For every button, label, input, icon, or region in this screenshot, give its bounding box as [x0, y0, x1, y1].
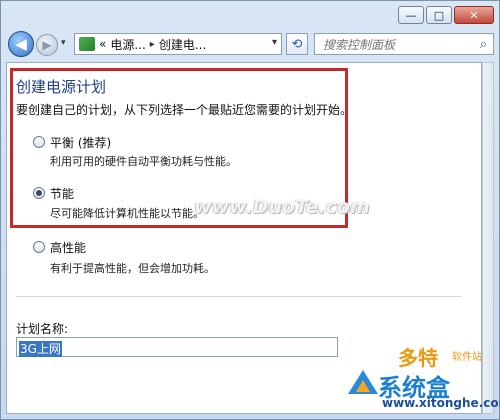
- radio-high-performance[interactable]: [33, 241, 45, 253]
- breadcrumb-create-plan[interactable]: 创建电...: [159, 36, 206, 53]
- plan-high-performance-label[interactable]: 高性能: [50, 239, 86, 256]
- plan-high-performance-description: 有利于提高性能，但会增加功耗。: [50, 262, 215, 275]
- page-title: 创建电源计划: [16, 78, 107, 96]
- refresh-button[interactable]: ⟲: [286, 33, 308, 55]
- minimize-button[interactable]: —: [398, 6, 424, 24]
- address-dropdown-icon[interactable]: ▾: [272, 37, 277, 48]
- plan-balanced-label[interactable]: 平衡 (推荐): [50, 134, 111, 151]
- forward-button[interactable]: ▶: [36, 34, 58, 56]
- control-panel-icon: [79, 37, 95, 51]
- breadcrumb-prefix[interactable]: «: [99, 37, 106, 51]
- back-button[interactable]: ◀: [8, 31, 34, 57]
- duote-site-subtitle: 软件站: [452, 352, 482, 363]
- section-divider: [16, 296, 461, 297]
- vertical-scrollbar[interactable]: [482, 62, 494, 414]
- plan-power-saver-description: 尽可能降低计算机性能以节能。: [50, 207, 204, 220]
- search-icon[interactable]: ⌕: [480, 37, 487, 52]
- window-controls: — □ ✕: [398, 6, 494, 24]
- breadcrumb-power-options[interactable]: 电源...: [110, 36, 145, 53]
- radio-power-saver[interactable]: [33, 187, 45, 199]
- plan-name-input[interactable]: 3G上网: [16, 337, 338, 357]
- recent-pages-dropdown-icon[interactable]: ▾: [61, 38, 66, 48]
- address-bar[interactable]: « 电源... ▸ 创建电... ▾: [74, 33, 282, 55]
- plan-balanced-description: 利用可用的硬件自动平衡功耗与性能。: [50, 155, 237, 168]
- search-box[interactable]: ⌕: [314, 33, 494, 55]
- search-input[interactable]: [321, 35, 475, 55]
- maximize-button[interactable]: □: [426, 6, 452, 24]
- xitonghe-logo-icon: [348, 370, 378, 394]
- duote-watermark: www.DuoTe.com: [194, 196, 370, 218]
- plan-name-value[interactable]: 3G上网: [19, 341, 62, 357]
- navigation-bar: ◀ ▶ ▾ « 电源... ▸ 创建电... ▾ ⟲ ⌕: [6, 30, 494, 58]
- close-button[interactable]: ✕: [454, 6, 494, 24]
- radio-balanced[interactable]: [33, 136, 45, 148]
- breadcrumb-separator-icon[interactable]: ▸: [150, 39, 155, 50]
- duote-site-logo-text: 多特: [398, 346, 438, 370]
- intro-text: 要创建自己的计划，从下列选择一个最贴近您需要的计划开始。: [16, 103, 353, 117]
- xitonghe-url: www.xitonghe.com: [382, 396, 500, 410]
- plan-name-label: 计划名称:: [16, 322, 69, 336]
- plan-power-saver-label[interactable]: 节能: [50, 185, 74, 202]
